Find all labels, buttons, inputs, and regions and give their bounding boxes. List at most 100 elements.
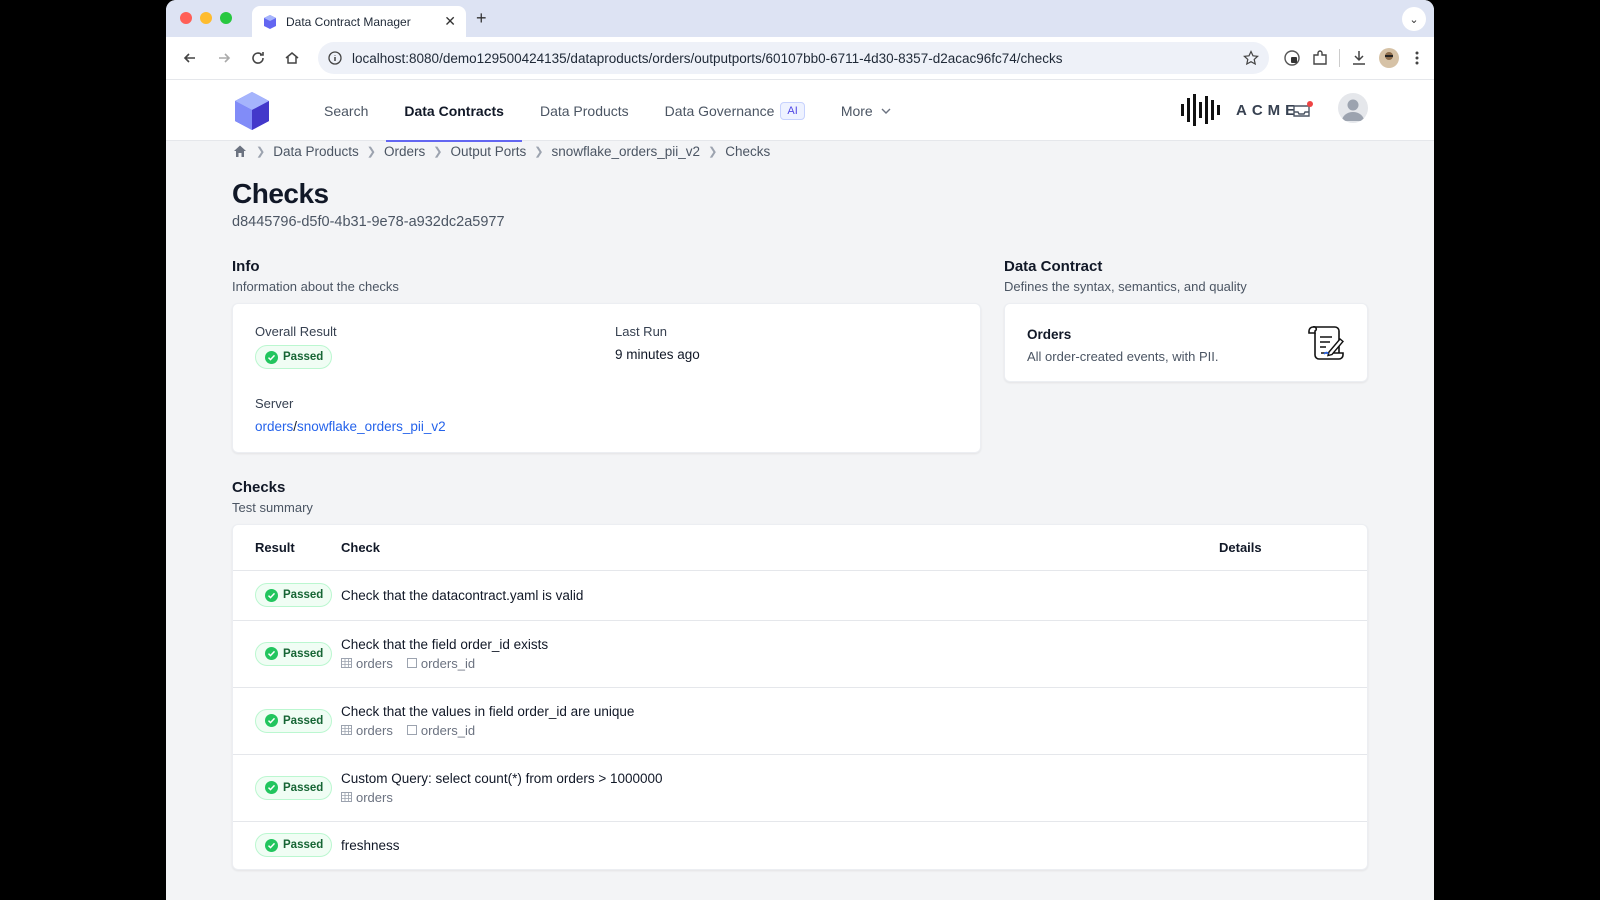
overall-result-label: Overall Result [255,324,337,339]
zoom-window-button[interactable] [220,12,232,24]
check-circle-icon [265,647,278,660]
home-icon[interactable] [278,44,306,72]
checks-subtitle: Test summary [232,500,313,515]
ai-badge: AI [780,101,805,120]
last-run-value: 9 minutes ago [615,347,700,362]
result-text: Passed [283,714,324,727]
extensions-icon[interactable] [1311,49,1329,67]
window-controls [180,12,232,24]
nav-search[interactable]: Search [306,80,386,141]
breadcrumb-orders[interactable]: Orders [384,144,425,159]
checks-section: Checks Test summary Result Check Details [232,479,1368,870]
checks-title: Checks [232,479,286,496]
nav-data-products-label: Data Products [539,102,629,119]
nav-search-label: Search [324,102,369,119]
last-run: Last Run 9 minutes ago [615,324,700,362]
field-ref: orders_id [406,655,476,671]
info-title: Info [232,258,260,275]
breadcrumb-data-products[interactable]: Data Products [273,144,359,159]
url-text[interactable]: localhost:8080/demo129500424135/dataprod… [352,51,1243,66]
new-tab-button[interactable]: + [476,8,487,29]
tab-search-button[interactable]: ⌄ [1402,7,1426,31]
check-name: Check that the field order_id exists [341,636,549,652]
nav-data-products[interactable]: Data Products [522,80,647,141]
user-icon [1342,99,1364,121]
close-tab-icon[interactable]: ✕ [444,13,456,30]
checks-run-id: d8445796-d5f0-4b31-9e78-a932dc2a5977 [232,214,505,230]
data-contract-card[interactable]: Orders All order-created events, with PI… [1004,303,1368,382]
contract-description: All order-created events, with PII. [1027,349,1219,364]
site-info-icon[interactable] [328,51,342,65]
result-text: Passed [283,589,324,601]
result-cell: Passed [233,754,341,822]
check-cell: Custom Query: select count(*) from order… [341,754,1219,822]
result-text: Passed [283,647,324,660]
reload-icon[interactable] [244,44,272,72]
server-label: Server [255,396,294,411]
back-icon[interactable] [176,44,204,72]
close-window-button[interactable] [180,12,192,24]
nav-more[interactable]: More [823,80,909,141]
breadcrumb-checks: Checks [725,143,771,159]
browser-tab[interactable]: Data Contract Manager ✕ [252,6,466,37]
info-card: Overall Result Passed Last Run 9 minutes… [232,303,981,453]
browser-window: Data Contract Manager ✕ + ⌄ localhost:80… [166,0,1434,900]
status-badge: Passed [255,833,333,858]
check-cell: freshness [341,821,1219,869]
check-cell: Check that the values in field order_id … [341,687,1219,755]
model-name: orders [356,722,393,738]
address-bar[interactable]: localhost:8080/demo129500424135/dataprod… [318,42,1269,74]
status-badge: Passed [255,345,333,369]
chevron-down-icon [881,108,891,114]
table-row[interactable]: Passed Check that the values in field or… [233,687,1367,755]
bookmark-star-icon[interactable] [1243,50,1259,66]
col-result: Result [233,525,341,571]
table-row[interactable]: Passed Custom Query: select count(*) fro… [233,754,1367,822]
password-manager-icon[interactable] [1283,49,1301,67]
nav-data-contracts-label: Data Contracts [404,102,504,119]
nav-data-contracts[interactable]: Data Contracts [386,80,522,142]
tab-strip: Data Contract Manager ✕ + ⌄ [166,0,1434,37]
details-cell [1219,687,1367,755]
model-name: orders [356,655,393,671]
nav-data-governance-label: Data Governance [664,102,775,119]
table-row[interactable]: Passed Check that the field order_id exi… [233,620,1367,688]
breadcrumb-output-ports[interactable]: Output Ports [450,144,526,159]
model-ref: orders [341,790,393,805]
check-circle-icon [265,838,278,852]
breadcrumb-output-port[interactable]: snowflake_orders_pii_v2 [551,144,700,159]
result-cell: Passed [233,687,341,755]
col-details: Details [1219,525,1367,571]
tab-title: Data Contract Manager [286,14,411,29]
result-cell: Passed [233,570,341,621]
app-logo-icon[interactable] [232,90,272,132]
check-circle-icon [265,350,278,364]
details-cell [1219,754,1367,822]
model-ref: orders [341,656,393,671]
table-icon [341,725,352,735]
inbox-icon[interactable] [1292,100,1314,118]
table-row[interactable]: Passed freshness [233,821,1367,869]
page-content: ❯ Data Products ❯ Orders ❯ Output Ports … [232,140,1368,870]
field-name: orders_id [420,655,476,671]
check-meta: orders orders_id [341,723,1219,738]
check-name: Check that the values in field order_id … [341,703,635,719]
minimize-window-button[interactable] [200,12,212,24]
table-row[interactable]: Passed Check that the datacontract.yaml … [233,570,1367,621]
check-meta: orders orders_id [341,656,1219,671]
profile-avatar-icon[interactable] [1378,47,1400,69]
toolbar-divider [1339,49,1340,67]
user-avatar[interactable] [1338,93,1368,123]
server-outputport-link[interactable]: snowflake_orders_pii_v2 [297,419,446,434]
home-breadcrumb-icon[interactable] [232,143,248,159]
menu-kebab-icon[interactable] [1410,49,1424,67]
server-dataproduct-link[interactable]: orders [255,419,293,434]
data-contract-section: Data Contract Defines the syntax, semant… [1004,258,1368,453]
page-title: Checks [232,178,329,209]
brand-name: ACME [1236,101,1301,119]
contract-name[interactable]: Orders [1027,327,1071,342]
forward-icon[interactable] [210,44,238,72]
download-icon[interactable] [1350,49,1368,67]
summary-row: Info Information about the checks Overal… [232,258,1368,453]
nav-data-governance[interactable]: Data Governance AI [647,80,823,141]
